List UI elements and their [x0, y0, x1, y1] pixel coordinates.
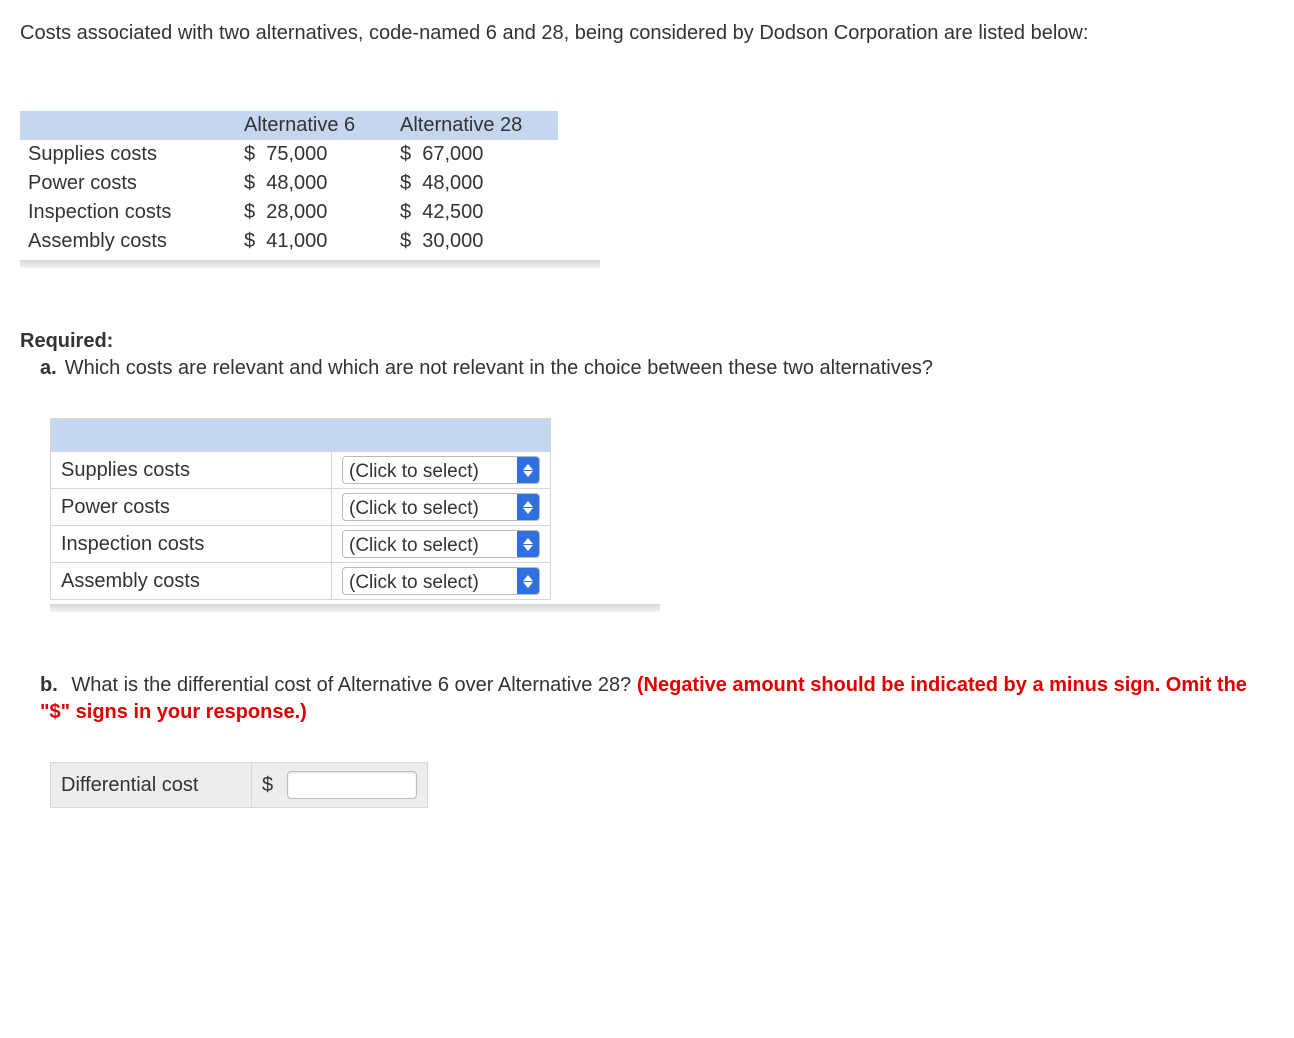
table-row: Power costs (Click to select)	[51, 489, 551, 526]
row-label: Inspection costs	[20, 198, 236, 227]
relevance-select-supplies[interactable]: (Click to select)	[342, 456, 540, 484]
costs-header-blank	[20, 111, 236, 140]
required-label: Required:	[20, 328, 1274, 355]
relevance-select-inspection[interactable]: (Click to select)	[342, 530, 540, 558]
chevron-updown-icon	[517, 457, 539, 483]
relevance-select-assembly[interactable]: (Click to select)	[342, 567, 540, 595]
table-row: Power costs $ 48,000 $ 48,000	[20, 169, 558, 198]
table-row: Assembly costs $ 41,000 $ 30,000	[20, 227, 558, 256]
amount: 30,000	[422, 230, 483, 252]
amount: 41,000	[266, 230, 327, 252]
relevance-select-power[interactable]: (Click to select)	[342, 493, 540, 521]
table-row: Inspection costs (Click to select)	[51, 526, 551, 563]
amount: 48,000	[422, 172, 483, 194]
costs-header-alt28: Alternative 28	[392, 111, 558, 140]
amount: 42,500	[422, 201, 483, 223]
table-row: Assembly costs (Click to select)	[51, 563, 551, 600]
select-placeholder: (Click to select)	[343, 494, 517, 520]
differential-cost-table: Differential cost $	[50, 762, 428, 808]
select-placeholder: (Click to select)	[343, 531, 517, 557]
question-b: What is the differential cost of Alterna…	[40, 672, 1274, 726]
costs-header-alt6: Alternative 6	[236, 111, 392, 140]
currency-symbol: $	[244, 143, 255, 165]
row-label: Supplies costs	[20, 140, 236, 169]
row-label: Assembly costs	[51, 563, 332, 600]
costs-table: Alternative 6 Alternative 28 Supplies co…	[20, 111, 558, 256]
chevron-updown-icon	[517, 568, 539, 594]
currency-symbol: $	[400, 143, 411, 165]
select-placeholder: (Click to select)	[343, 457, 517, 483]
question-intro: Costs associated with two alternatives, …	[20, 20, 1274, 47]
relevance-select-table: Supplies costs (Click to select) Power c…	[50, 418, 551, 600]
row-label: Inspection costs	[51, 526, 332, 563]
currency-symbol: $	[400, 230, 411, 252]
currency-symbol: $	[244, 230, 255, 252]
amount: 75,000	[266, 143, 327, 165]
table-row: Supplies costs (Click to select)	[51, 452, 551, 489]
amount: 28,000	[266, 201, 327, 223]
diff-label: Differential cost	[51, 763, 252, 808]
chevron-updown-icon	[517, 494, 539, 520]
currency-symbol: $	[400, 172, 411, 194]
currency-symbol: $	[262, 774, 273, 796]
table-shadow	[20, 260, 600, 268]
row-label: Power costs	[51, 489, 332, 526]
select-placeholder: (Click to select)	[343, 568, 517, 594]
question-a: Which costs are relevant and which are n…	[40, 355, 1274, 382]
currency-symbol: $	[244, 201, 255, 223]
table-shadow	[50, 604, 660, 612]
amount: 48,000	[266, 172, 327, 194]
table-row: Inspection costs $ 28,000 $ 42,500	[20, 198, 558, 227]
differential-cost-input[interactable]	[287, 771, 417, 799]
row-label: Power costs	[20, 169, 236, 198]
question-b-text: What is the differential cost of Alterna…	[71, 674, 637, 696]
row-label: Assembly costs	[20, 227, 236, 256]
amount: 67,000	[422, 143, 483, 165]
currency-symbol: $	[400, 201, 411, 223]
question-a-text: Which costs are relevant and which are n…	[65, 357, 933, 379]
row-label: Supplies costs	[51, 452, 332, 489]
currency-symbol: $	[244, 172, 255, 194]
table-row: Supplies costs $ 75,000 $ 67,000	[20, 140, 558, 169]
select-table-header	[51, 419, 551, 452]
chevron-updown-icon	[517, 531, 539, 557]
